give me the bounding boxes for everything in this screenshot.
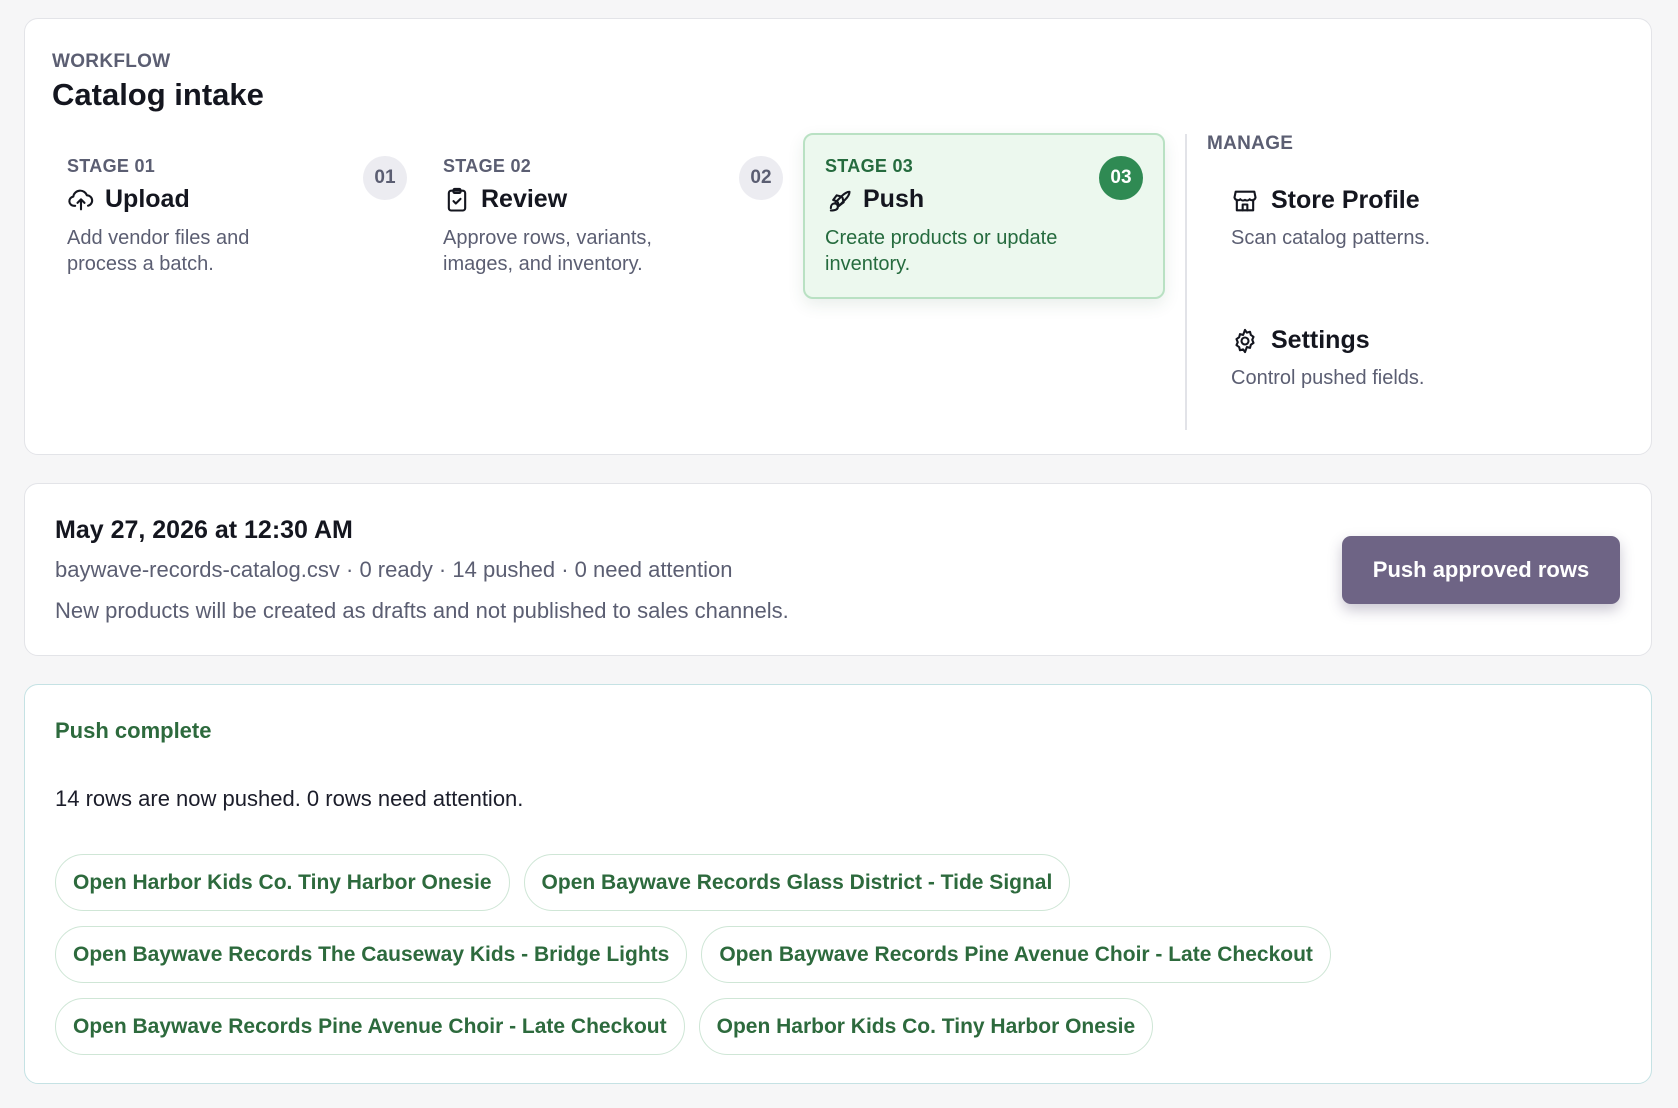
manage-settings[interactable]: Settings Control pushed fields. [1231,326,1424,390]
stage-label: STAGE 02 [443,156,532,176]
stage-number-badge: 01 [363,156,407,200]
stage-upload[interactable]: STAGE 01 Upload Add vendor files and pro… [46,134,408,300]
manage-label: MANAGE [1207,133,1294,154]
stage-name: Upload [105,185,190,213]
manage-store-profile[interactable]: Store Profile Scan catalog patterns. [1231,186,1430,250]
rocket-icon [829,190,851,212]
open-product-link[interactable]: Open Baywave Records Pine Avenue Choir -… [701,926,1331,983]
batch-note: New products will be created as drafts a… [55,598,789,623]
page-title: Catalog intake [52,77,264,112]
push-result-card: Push complete 14 rows are now pushed. 0 … [24,684,1652,1084]
open-product-link[interactable]: Open Harbor Kids Co. Tiny Harbor Onesie [698,998,1154,1055]
manage-item-description: Scan catalog patterns. [1231,227,1431,249]
stage-number-badge: 03 [1099,156,1143,200]
result-message: 14 rows are now pushed. 0 rows need atte… [55,786,524,811]
clipboard-check-icon [447,187,467,212]
open-product-link[interactable]: Open Baywave Records Glass District - Ti… [523,854,1071,911]
open-product-link[interactable]: Open Baywave Records The Causeway Kids -… [55,926,688,983]
stage-name: Push [863,185,925,213]
store-icon [1233,190,1257,211]
batch-date: May 27, 2026 at 12:30 AM [55,516,353,544]
manage-item-description: Control pushed fields. [1231,367,1425,389]
stage-description: Create products or update inventory. [825,227,1058,275]
manage-item-name: Settings [1271,326,1370,354]
stage-review[interactable]: STAGE 02 Review Approve rows, variants, … [422,134,784,300]
stage-description: Approve rows, variants, images, and inve… [443,227,652,275]
cloud-upload-icon [68,189,94,210]
product-links: Open Harbor Kids Co. Tiny Harbor Onesie … [55,854,1331,1070]
workflow-card: WORKFLOW Catalog intake STAGE 01 Upload … [24,18,1652,455]
stage-push[interactable]: STAGE 03 Push Create products or update … [803,133,1165,299]
batch-summary: baywave-records-catalog.csv · 0 ready · … [55,557,733,582]
stage-number-badge: 02 [739,156,783,200]
batch-card: May 27, 2026 at 12:30 AM baywave-records… [24,483,1652,656]
push-approved-rows-button[interactable]: Push approved rows [1342,536,1620,604]
result-title: Push complete [55,718,212,743]
open-product-link[interactable]: Open Baywave Records Pine Avenue Choir -… [55,998,685,1055]
open-product-link[interactable]: Open Harbor Kids Co. Tiny Harbor Onesie [55,854,510,911]
gear-icon [1235,328,1255,353]
stage-name: Review [481,185,568,213]
stage-description: Add vendor files and process a batch. [67,227,250,275]
manage-divider [1185,134,1187,430]
workflow-eyebrow: WORKFLOW [52,51,171,72]
stage-label: STAGE 03 [825,156,914,176]
manage-item-name: Store Profile [1271,186,1420,214]
stage-label: STAGE 01 [67,156,156,176]
